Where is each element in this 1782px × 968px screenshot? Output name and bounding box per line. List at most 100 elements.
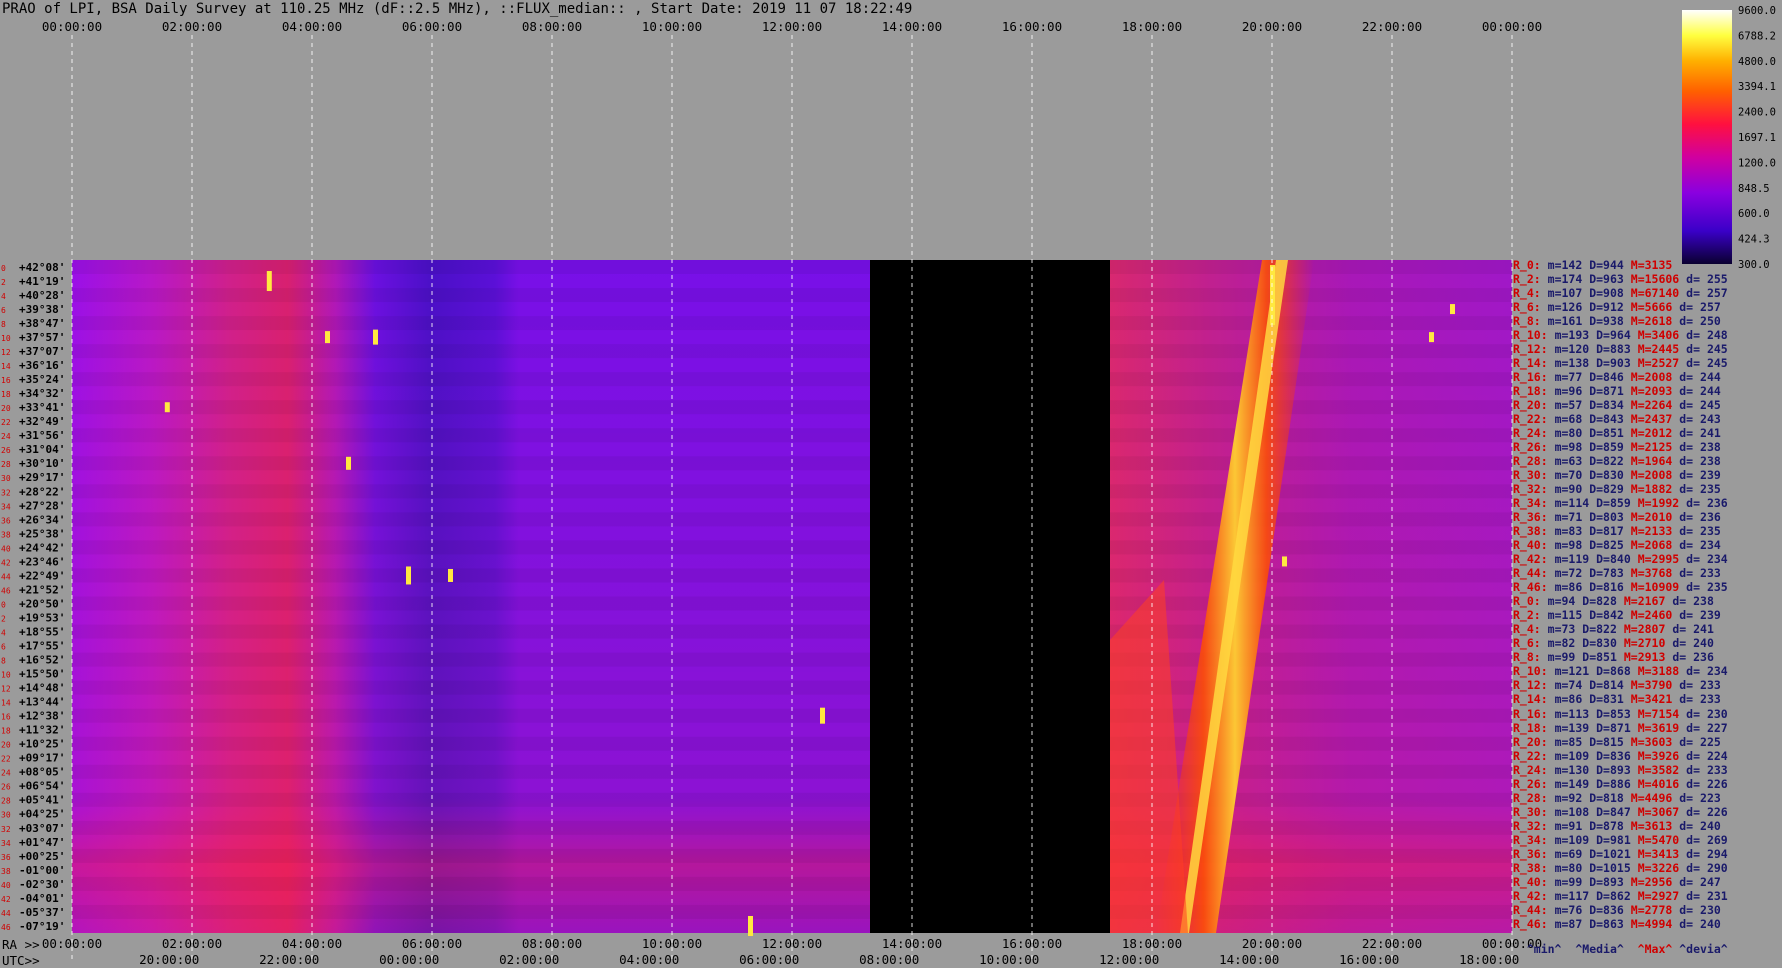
row-stat-median: D=828	[1582, 594, 1617, 609]
row-stat-min: m=161	[1547, 314, 1583, 329]
declination-label: +25°38'	[19, 527, 65, 540]
point-source	[748, 915, 753, 936]
row-index: 4	[1, 292, 6, 301]
row-stat-max: M=3768	[1630, 566, 1673, 581]
row-stat: R_30: m=70 D=830 M=2008 d= 239	[1513, 468, 1782, 482]
row-stat-median: D=830	[1589, 468, 1624, 483]
row-stat-label: R_16:	[1513, 706, 1548, 721]
row-stat-dev: d= 244	[1679, 370, 1721, 385]
top-axis-tick: 12:00:00	[762, 19, 822, 34]
row-stat: R_6: m=126 D=912 M=5666 d= 257	[1513, 300, 1782, 314]
row-stat-label: R_6:	[1513, 300, 1541, 315]
data-gap	[870, 260, 1110, 933]
row-stat: R_40: m=98 D=825 M=2068 d= 234	[1513, 538, 1782, 552]
row-stat-dev: d= 234	[1679, 538, 1721, 553]
row-stat-min: m=115	[1547, 608, 1583, 623]
row-stat-median: D=859	[1589, 440, 1624, 455]
utc-axis-tick: 20:00:00	[139, 952, 199, 967]
row-stat-min: m=92	[1554, 790, 1583, 805]
row-stat-dev: d= 241	[1679, 426, 1721, 441]
row-stat-median: D=871	[1596, 720, 1631, 735]
top-axis-tick: 00:00:00	[42, 19, 102, 34]
row-stat-median: D=903	[1596, 356, 1631, 371]
row-stat: R_8: m=161 D=938 M=2618 d= 250	[1513, 314, 1782, 328]
row-stat-dev: d= 290	[1686, 860, 1728, 875]
row-stat-dev: d= 248	[1686, 328, 1728, 343]
declination-label: +31°56'	[19, 429, 65, 442]
row-stat-label: R_14:	[1513, 356, 1548, 371]
row-stat-max: M=2008	[1630, 468, 1673, 483]
declination-label: +14°48'	[19, 682, 65, 695]
row-stat-median: D=836	[1596, 748, 1631, 763]
point-source	[1450, 304, 1455, 315]
row-stat-median: D=834	[1589, 398, 1624, 413]
row-stat-max: M=2125	[1630, 440, 1673, 455]
declination-label: -05°37'	[19, 906, 65, 919]
row-stat-dev: d= 236	[1679, 510, 1721, 525]
row-stat-dev: d= 233	[1679, 692, 1721, 707]
row-stat-dev: d= 294	[1686, 846, 1728, 861]
row-index: 28	[1, 460, 11, 469]
row-stat-min: m=99	[1554, 874, 1583, 889]
row-stat-dev: d= 239	[1679, 468, 1721, 483]
row-stat-min: m=57	[1554, 398, 1583, 413]
row-index: 22	[1, 755, 11, 764]
colorbar-tick: 1200.0	[1738, 157, 1776, 169]
row-stat-label: R_16:	[1513, 370, 1548, 385]
row-stat: R_36: m=71 D=803 M=2010 d= 236	[1513, 510, 1782, 524]
row-stat-label: R_32:	[1513, 818, 1548, 833]
row-stat: R_38: m=83 D=817 M=2133 d= 235	[1513, 524, 1782, 538]
row-stat-max: M=2956	[1630, 874, 1673, 889]
row-stat-median: D=964	[1596, 328, 1631, 343]
row-stat-median: D=818	[1589, 790, 1624, 805]
utc-axis-tick: 02:00:00	[499, 952, 559, 967]
row-index: 12	[1, 348, 11, 357]
utc-axis-tick: 08:00:00	[859, 952, 919, 967]
row-stat-min: m=138	[1554, 356, 1590, 371]
row-stat-label: R_44:	[1513, 566, 1548, 581]
row-stat-label: R_34:	[1513, 832, 1548, 847]
row-stat: R_28: m=92 D=818 M=4496 d= 223	[1513, 791, 1782, 805]
row-stat: R_32: m=91 D=878 M=3613 d= 240	[1513, 819, 1782, 833]
row-stat-label: R_10:	[1513, 664, 1548, 679]
row-index: 28	[1, 797, 11, 806]
row-stat-median: D=1015	[1589, 860, 1631, 875]
ra-axis-tick: 18:00:00	[1122, 936, 1182, 951]
row-stat-dev: d= 236	[1686, 496, 1728, 511]
top-axis-tick: 00:00:00	[1482, 19, 1542, 34]
declination-label: +40°28'	[19, 289, 65, 302]
row-stat: R_34: m=114 D=859 M=1992 d= 236	[1513, 496, 1782, 510]
row-index: 22	[1, 418, 11, 427]
row-stat-label: R_44:	[1513, 902, 1548, 917]
row-stat-max: M=3619	[1637, 720, 1680, 735]
row-stat-median: D=830	[1582, 636, 1617, 651]
row-index: 16	[1, 376, 11, 385]
row-stat-label: R_12:	[1513, 342, 1548, 357]
row-stat-max: M=3613	[1630, 818, 1673, 833]
ra-axis-tick: 16:00:00	[1002, 936, 1062, 951]
row-stat-label: R_2:	[1513, 272, 1541, 287]
row-stat-min: m=98	[1554, 440, 1583, 455]
row-stat: R_32: m=90 D=829 M=1882 d= 235	[1513, 482, 1782, 496]
row-stat-label: R_30:	[1513, 468, 1548, 483]
row-stat-min: m=72	[1554, 566, 1583, 581]
row-index: 6	[1, 642, 6, 651]
row-stat-min: m=130	[1554, 762, 1590, 777]
declination-label: +00°25'	[19, 850, 65, 863]
legend-max: ^Max^	[1637, 942, 1673, 956]
row-index: 36	[1, 516, 11, 525]
row-stat-label: R_46:	[1513, 580, 1548, 595]
row-stat-min: m=126	[1547, 300, 1583, 315]
row-stat-min: m=120	[1554, 342, 1590, 357]
ra-axis-tick: 20:00:00	[1242, 936, 1302, 951]
declination-label: +03°07'	[19, 822, 65, 835]
row-stat-dev: d= 245	[1686, 342, 1728, 357]
row-stat: R_26: m=149 D=886 M=4016 d= 226	[1513, 777, 1782, 791]
row-index: 42	[1, 558, 11, 567]
row-stat-median: D=814	[1589, 678, 1624, 693]
row-stat-dev: d= 226	[1686, 776, 1728, 791]
row-stat-min: m=117	[1554, 888, 1590, 903]
row-stat-label: R_22:	[1513, 412, 1548, 427]
row-stat-max: M=4016	[1637, 776, 1680, 791]
row-index: 24	[1, 432, 11, 441]
